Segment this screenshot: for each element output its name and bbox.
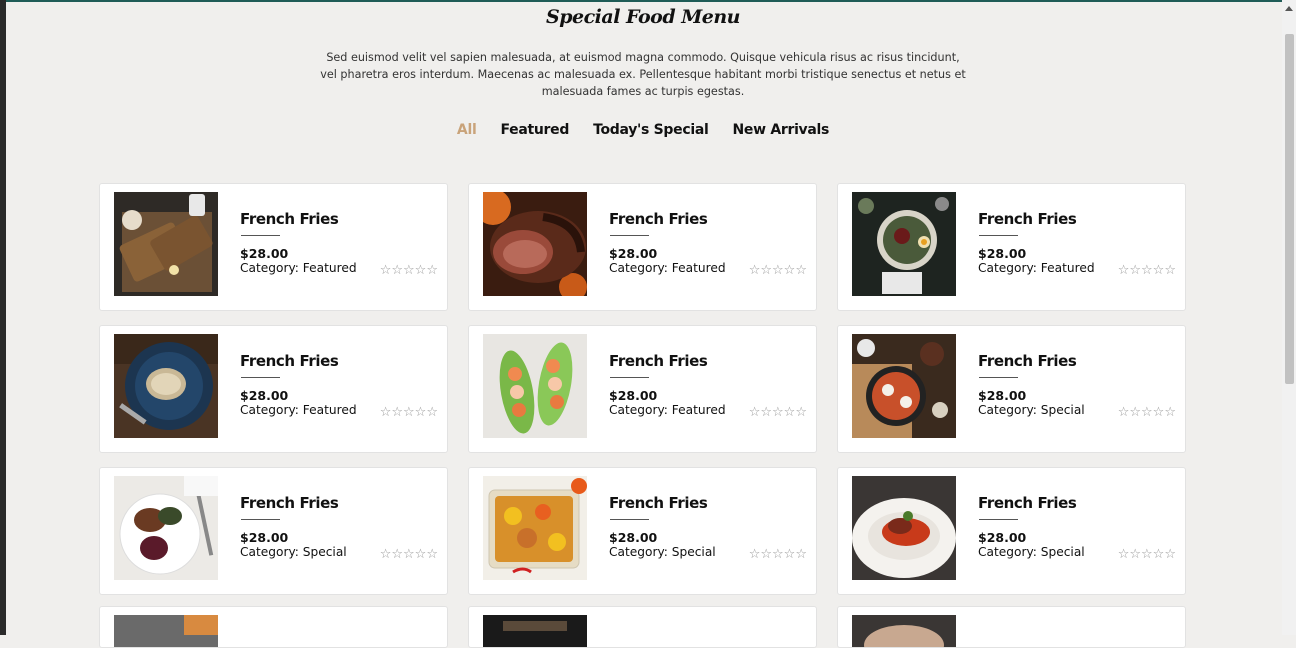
tab-all[interactable]: All [457, 122, 477, 138]
tab-todays-special[interactable]: Today's Special [593, 122, 709, 138]
star-rating[interactable]: ☆☆☆☆☆ [380, 405, 438, 420]
menu-card[interactable]: French Fries $28.00 Category: Special ☆☆… [837, 325, 1186, 453]
tab-new-arrivals[interactable]: New Arrivals [733, 122, 830, 138]
food-image [114, 615, 218, 647]
scrollbar-thumb[interactable] [1285, 34, 1294, 384]
menu-card[interactable]: French Fries $28.00 Category: Special ☆☆… [468, 467, 817, 595]
food-image [483, 334, 587, 438]
divider [610, 519, 649, 520]
star-rating[interactable]: ☆☆☆☆☆ [749, 263, 807, 278]
menu-card[interactable] [99, 606, 448, 648]
item-price: $28.00 [978, 530, 1027, 545]
menu-card[interactable]: French Fries $28.00 Category: Featured ☆… [468, 183, 817, 311]
item-name: French Fries [609, 494, 708, 512]
item-category: Category: Special [240, 545, 347, 559]
menu-card[interactable]: French Fries $28.00 Category: Featured ☆… [99, 325, 448, 453]
divider [979, 519, 1018, 520]
food-image [114, 334, 218, 438]
menu-grid: French Fries $28.00 Category: Featured ☆… [99, 183, 1186, 595]
item-name: French Fries [240, 494, 339, 512]
filter-tabs: All Featured Today's Special New Arrival… [0, 122, 1286, 138]
top-border [0, 0, 1296, 2]
food-image [852, 615, 956, 647]
divider [979, 377, 1018, 378]
item-category: Category: Featured [240, 261, 357, 275]
item-category: Category: Special [609, 545, 716, 559]
page-description: Sed euismod velit vel sapien malesuada, … [320, 51, 966, 98]
window-left-edge [0, 0, 6, 635]
item-category: Category: Featured [609, 403, 726, 417]
food-image [483, 615, 587, 647]
vertical-scrollbar[interactable] [1282, 0, 1296, 635]
item-category: Category: Special [978, 403, 1085, 417]
page-title: Special Food Menu [546, 6, 740, 28]
tab-featured[interactable]: Featured [500, 122, 569, 138]
food-image [483, 192, 587, 296]
item-price: $28.00 [978, 388, 1027, 403]
star-rating[interactable]: ☆☆☆☆☆ [1118, 547, 1176, 562]
menu-card[interactable] [468, 606, 817, 648]
food-image [852, 334, 956, 438]
item-name: French Fries [978, 210, 1077, 228]
item-price: $28.00 [240, 530, 289, 545]
item-category: Category: Featured [978, 261, 1095, 275]
food-image [852, 476, 956, 580]
divider [241, 235, 280, 236]
divider [610, 235, 649, 236]
star-rating[interactable]: ☆☆☆☆☆ [1118, 405, 1176, 420]
item-category: Category: Special [978, 545, 1085, 559]
star-rating[interactable]: ☆☆☆☆☆ [749, 405, 807, 420]
item-price: $28.00 [609, 246, 658, 261]
menu-card[interactable]: French Fries $28.00 Category: Featured ☆… [99, 183, 448, 311]
item-name: French Fries [609, 352, 708, 370]
food-image [852, 192, 956, 296]
item-price: $28.00 [609, 530, 658, 545]
divider [610, 377, 649, 378]
food-image [483, 476, 587, 580]
item-name: French Fries [240, 352, 339, 370]
star-rating[interactable]: ☆☆☆☆☆ [380, 263, 438, 278]
menu-card[interactable]: French Fries $28.00 Category: Featured ☆… [837, 183, 1186, 311]
item-name: French Fries [978, 494, 1077, 512]
item-name: French Fries [978, 352, 1077, 370]
item-name: French Fries [609, 210, 708, 228]
star-rating[interactable]: ☆☆☆☆☆ [380, 547, 438, 562]
food-image [114, 192, 218, 296]
item-category: Category: Featured [240, 403, 357, 417]
menu-card[interactable]: French Fries $28.00 Category: Featured ☆… [468, 325, 817, 453]
item-category: Category: Featured [609, 261, 726, 275]
star-rating[interactable]: ☆☆☆☆☆ [749, 547, 807, 562]
scroll-up-arrow-icon[interactable] [1285, 6, 1293, 11]
divider [241, 377, 280, 378]
divider [979, 235, 1018, 236]
item-price: $28.00 [609, 388, 658, 403]
item-name: French Fries [240, 210, 339, 228]
menu-card[interactable]: French Fries $28.00 Category: Special ☆☆… [837, 467, 1186, 595]
divider [241, 519, 280, 520]
item-price: $28.00 [240, 388, 289, 403]
item-price: $28.00 [978, 246, 1027, 261]
menu-card[interactable]: French Fries $28.00 Category: Special ☆☆… [99, 467, 448, 595]
item-price: $28.00 [240, 246, 289, 261]
menu-card[interactable] [837, 606, 1186, 648]
food-image [114, 476, 218, 580]
star-rating[interactable]: ☆☆☆☆☆ [1118, 263, 1176, 278]
